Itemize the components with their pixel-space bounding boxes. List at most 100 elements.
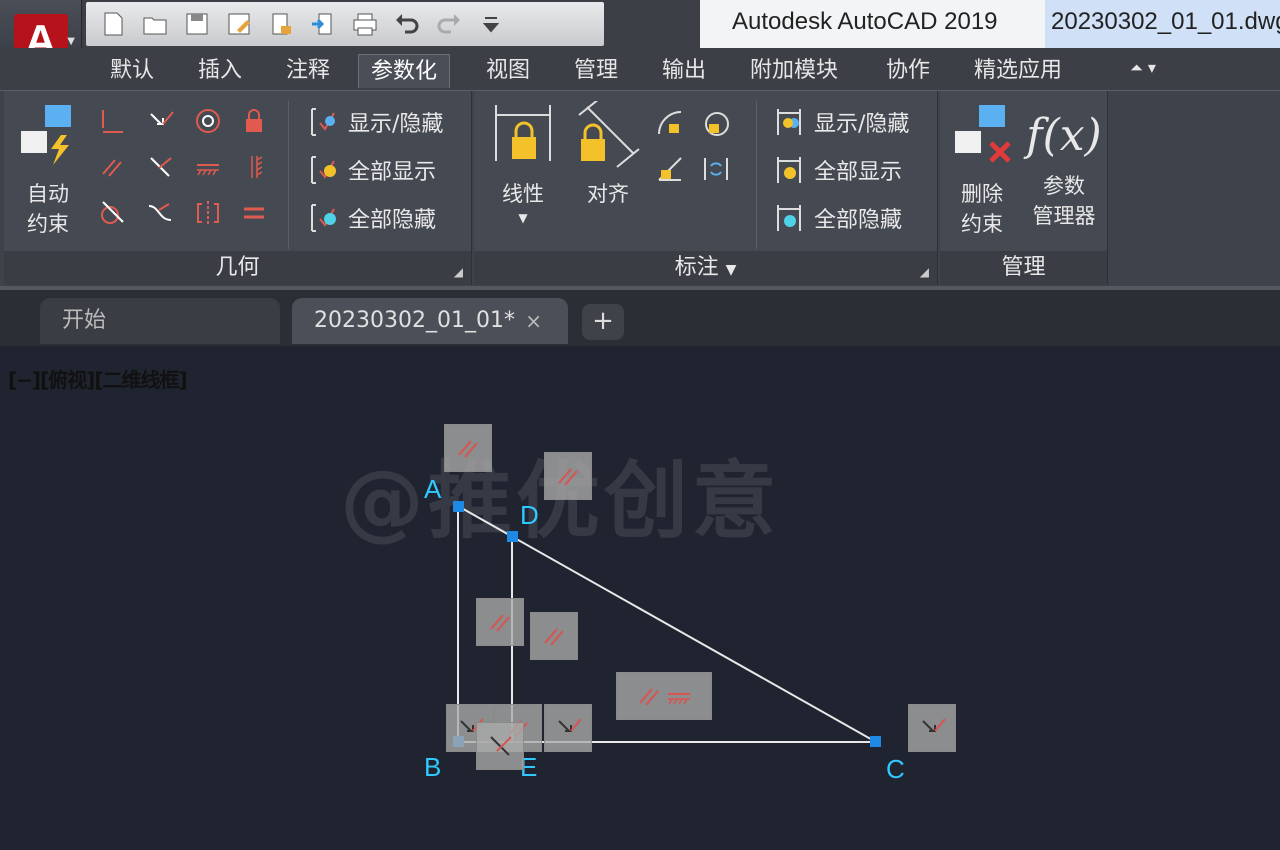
constraint-coincident-e[interactable] — [544, 704, 592, 752]
dimension-show-all-button[interactable]: 全部显示 — [772, 153, 902, 187]
parallel-constraint-button[interactable] — [92, 147, 132, 187]
angular-dimension-button[interactable] — [650, 149, 690, 189]
horizontal-constraint-button[interactable] — [188, 147, 228, 187]
constraint-parallel-ab[interactable] — [444, 424, 492, 472]
auto-constrain-button[interactable]: 自动 约束 — [10, 101, 86, 239]
tab-start-label: 开始 — [62, 308, 107, 333]
radius-dimension-button[interactable] — [650, 103, 690, 143]
tab-view[interactable]: 视图 — [474, 54, 542, 88]
vertical-icon — [251, 156, 263, 178]
geometry-show-hide-button[interactable]: 显示/隐藏 — [306, 105, 443, 139]
parallel-icon — [544, 628, 564, 646]
dimension-hide-all-button[interactable]: 全部隐藏 — [772, 201, 902, 235]
panel-manage: 删除 约束 f(x) 参数 管理器 管理 — [940, 91, 1108, 285]
manage-panel-label: 管理 — [1001, 255, 1046, 280]
geometry-hide-all-label: 全部隐藏 — [348, 208, 437, 233]
tab-parametric[interactable]: 参数化 — [358, 54, 451, 88]
coincident-constraint-button[interactable] — [92, 101, 132, 141]
plot-icon[interactable] — [346, 6, 384, 42]
perpendicular-icon — [150, 157, 172, 177]
function-fx-icon: f(x) — [1026, 110, 1102, 161]
perpendicular-constraint-button[interactable] — [140, 147, 180, 187]
ribbon-minimize-icon[interactable]: ⏶ ▾ — [1130, 58, 1156, 78]
redo-icon[interactable] — [430, 6, 468, 42]
collinear-icon — [922, 718, 946, 732]
tab-collaborate[interactable]: 协作 — [874, 54, 942, 88]
tab-drawing-active[interactable]: 20230302_01_01* × — [292, 298, 568, 344]
perpendicular-icon — [490, 736, 512, 756]
horizontal-icon — [197, 164, 219, 176]
tab-annotate[interactable]: 注释 — [274, 54, 342, 88]
diameter-dimension-button[interactable] — [696, 103, 736, 143]
ribbon: 自动 约束 显示/隐藏 全部显示 全部隐藏 几何 ◢ 线性 ▼ 对齐 显示/隐藏… — [0, 90, 1280, 286]
linear-dimension-icon — [495, 105, 551, 161]
new-icon[interactable] — [94, 6, 132, 42]
share-icon[interactable] — [304, 6, 342, 42]
convert-icon — [704, 158, 728, 180]
tab-insert[interactable]: 插入 — [186, 54, 254, 88]
tab-start[interactable]: 开始 — [40, 298, 280, 344]
vertical-constraint-button[interactable] — [234, 147, 274, 187]
chevron-down-icon[interactable]: ▼ — [726, 262, 737, 278]
concentric-icon — [196, 109, 220, 133]
dialog-launcher-icon[interactable]: ◢ — [454, 265, 463, 279]
geometry-hide-all-button[interactable]: 全部隐藏 — [306, 201, 436, 235]
smooth-constraint-button[interactable] — [140, 193, 180, 233]
open-from-cloud-icon[interactable] — [262, 6, 300, 42]
delete-constraints-label-2: 约束 — [961, 212, 1003, 236]
linear-dimension-button[interactable]: 线性 ▼ — [488, 101, 558, 227]
dialog-launcher-icon[interactable]: ◢ — [920, 265, 929, 279]
tab-add-ins[interactable]: 附加模块 — [738, 54, 850, 88]
constraint-parallel-horizontal-bar[interactable] — [616, 672, 712, 720]
convert-dimension-button[interactable] — [696, 149, 736, 189]
grip-c[interactable] — [870, 736, 881, 747]
auto-constrain-icon — [21, 105, 71, 165]
tab-default[interactable]: 默认 — [98, 54, 166, 88]
close-icon[interactable]: × — [525, 298, 542, 344]
dimension-panel-title: 标注 ▼ — [474, 251, 937, 285]
constraint-parallel-ac[interactable] — [544, 452, 592, 500]
geometry-show-hide-label: 显示/隐藏 — [348, 112, 444, 137]
fix-constraint-button[interactable] — [234, 101, 274, 141]
collinear-constraint-button[interactable] — [140, 101, 180, 141]
parallel-icon — [490, 614, 510, 632]
new-tab-button[interactable]: + — [582, 304, 624, 340]
title-bar: Autodesk AutoCAD 2019 20230302_01_01.dwg — [0, 0, 1280, 48]
aligned-dimension-button[interactable]: 对齐 — [570, 98, 646, 209]
delete-constraints-button[interactable]: 删除 约束 — [944, 101, 1020, 239]
quick-access-toolbar — [86, 2, 604, 46]
tab-manage[interactable]: 管理 — [562, 54, 630, 88]
concentric-constraint-button[interactable] — [188, 101, 228, 141]
symmetric-icon — [197, 201, 219, 225]
constraint-perpendicular-b[interactable] — [476, 722, 524, 770]
parameters-manager-label-1: 参数 — [1043, 174, 1085, 198]
save-icon[interactable] — [178, 6, 216, 42]
constraint-coincident-c[interactable] — [908, 704, 956, 752]
delete-constraints-label-1: 删除 — [961, 182, 1003, 206]
panel-geometry: 自动 约束 显示/隐藏 全部显示 全部隐藏 几何 ◢ — [4, 91, 472, 285]
panel-separator — [288, 101, 289, 249]
dimension-show-hide-button[interactable]: 显示/隐藏 — [772, 105, 909, 139]
constraint-parallel-left[interactable] — [476, 598, 524, 646]
undo-icon[interactable] — [388, 6, 426, 42]
delete-constraints-icon — [955, 105, 1011, 163]
tab-drawing-label: 20230302_01_01* — [314, 308, 515, 333]
drawing-canvas[interactable]: [−][俯视][二维线框] @推优创意 A B C D E — [0, 346, 1280, 850]
tab-output[interactable]: 输出 — [650, 54, 718, 88]
tangent-constraint-button[interactable] — [92, 193, 132, 233]
dimension-hide-all-label: 全部隐藏 — [814, 208, 903, 233]
grip-a[interactable] — [453, 501, 464, 512]
grip-d[interactable] — [507, 531, 518, 542]
open-icon[interactable] — [136, 6, 174, 42]
geometry-show-all-button[interactable]: 全部显示 — [306, 153, 436, 187]
save-as-icon[interactable] — [220, 6, 258, 42]
customize-qat-icon[interactable] — [472, 6, 510, 42]
document-tab-bar: 开始 20230302_01_01* × + — [0, 286, 1280, 346]
parameters-manager-button[interactable]: f(x) 参数 管理器 — [1024, 101, 1104, 231]
symmetric-constraint-button[interactable] — [188, 193, 228, 233]
parallel-icon — [558, 468, 578, 486]
chevron-down-icon[interactable]: ▼ — [488, 209, 558, 227]
equal-constraint-button[interactable] — [234, 193, 274, 233]
tab-featured-apps[interactable]: 精选应用 — [962, 54, 1074, 88]
constraint-parallel-de[interactable] — [530, 612, 578, 660]
